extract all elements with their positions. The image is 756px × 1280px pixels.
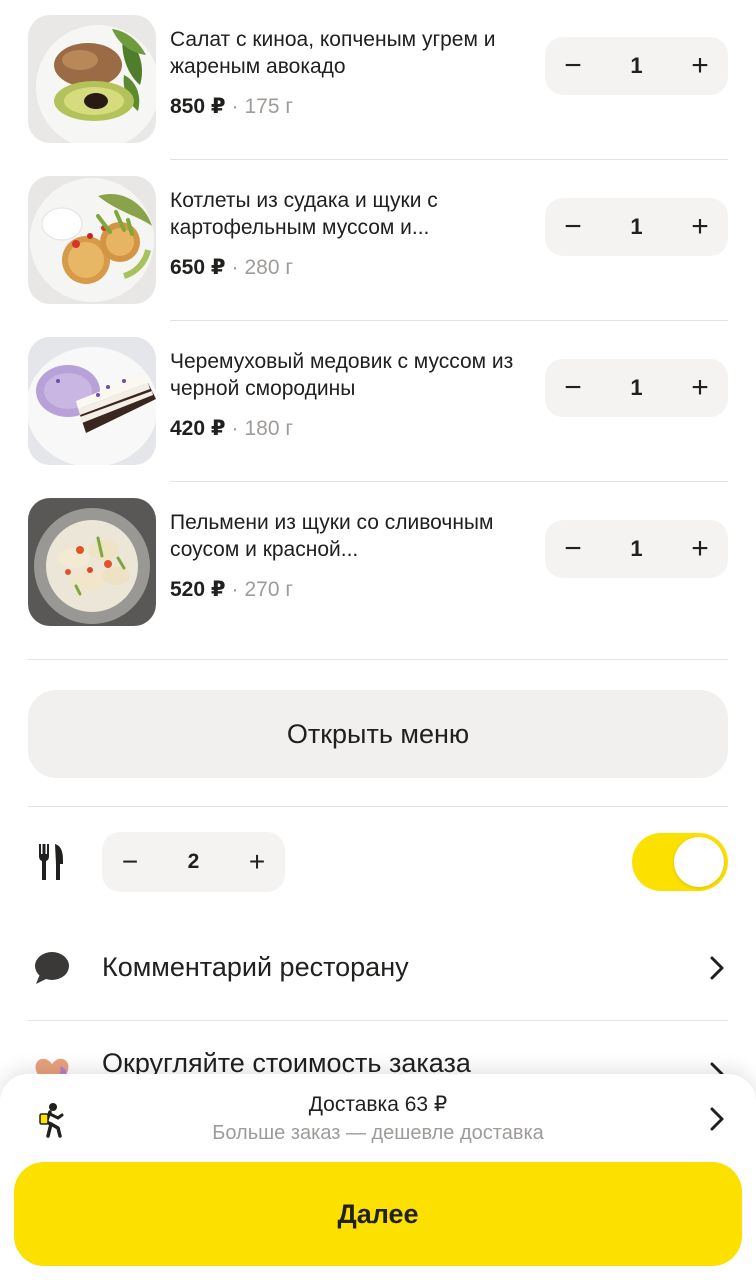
quantity-stepper: − 1 + — [545, 198, 728, 256]
separator-dot: · — [231, 417, 239, 440]
cutlery-icon — [39, 844, 63, 880]
item-name[interactable]: Черемуховый медовик с муссом из черной с… — [170, 348, 540, 402]
item-divider — [170, 320, 728, 321]
cutlery-stepper: − 2 + — [102, 832, 285, 892]
row-divider — [28, 1020, 728, 1021]
decrease-button[interactable]: − — [545, 520, 601, 578]
chevron-right-icon — [710, 1107, 724, 1131]
quantity-value: 1 — [630, 53, 643, 78]
delivery-price: Доставка 63 ₽ — [308, 1093, 448, 1116]
cutlery-row: − 2 + — [28, 832, 728, 892]
restaurant-comment-row[interactable]: Комментарий ресторану — [28, 938, 728, 998]
separator-dot: · — [231, 256, 239, 279]
item-price-weight: 650 ₽ · 280 г — [170, 254, 293, 282]
comment-bubble-icon — [35, 952, 69, 984]
decrease-button[interactable]: − — [545, 198, 601, 256]
increase-button[interactable]: + — [672, 37, 728, 95]
item-name[interactable]: Пельмени из щуки со сливочным соусом и к… — [170, 509, 540, 563]
item-weight: 270 г — [244, 578, 294, 601]
decrease-button[interactable]: − — [545, 37, 601, 95]
quantity-stepper: − 1 + — [545, 37, 728, 95]
comment-label: Комментарий ресторану — [102, 952, 409, 982]
toggle-knob — [674, 837, 724, 887]
increase-button[interactable]: + — [672, 198, 728, 256]
cart-item[interactable]: Котлеты из судака и щуки с картофельным … — [28, 161, 728, 321]
decrease-button[interactable]: − — [545, 359, 601, 417]
next-button[interactable]: Далее — [14, 1162, 742, 1266]
cart-item[interactable]: Пельмени из щуки со сливочным соусом и к… — [28, 483, 728, 626]
item-price: 520 ₽ — [170, 578, 226, 601]
quantity-value: 1 — [630, 536, 643, 561]
item-price: 650 ₽ — [170, 256, 226, 279]
item-divider — [170, 481, 728, 482]
quinoa-salad-image[interactable] — [28, 15, 156, 143]
honey-cake-image[interactable] — [28, 337, 156, 465]
chevron-right-icon — [710, 956, 724, 980]
quantity-value: 1 — [630, 214, 643, 239]
separator-dot: · — [231, 95, 239, 118]
increase-cutlery-button[interactable]: + — [229, 832, 285, 892]
delivery-info-row[interactable]: Доставка 63 ₽ Больше заказ — дешевле дос… — [0, 1090, 756, 1150]
delivery-hint: Больше заказ — дешевле доставка — [212, 1122, 544, 1144]
fish-cutlets-image[interactable] — [28, 176, 156, 304]
increase-button[interactable]: + — [672, 359, 728, 417]
cutlery-toggle[interactable] — [632, 833, 728, 891]
list-divider — [28, 659, 728, 660]
item-price-weight: 850 ₽ · 175 г — [170, 93, 293, 121]
quantity-stepper: − 1 + — [545, 520, 728, 578]
decrease-cutlery-button[interactable]: − — [102, 832, 158, 892]
item-price-weight: 420 ₽ · 180 г — [170, 415, 293, 443]
cart-item[interactable]: Черемуховый медовик с муссом из черной с… — [28, 322, 728, 482]
separator-dot: · — [231, 578, 239, 601]
pike-dumplings-image[interactable] — [28, 498, 156, 626]
item-price: 420 ₽ — [170, 417, 226, 440]
item-weight: 175 г — [244, 95, 294, 118]
cart-item[interactable]: Салат с киноа, копченым угрем и жареным … — [28, 0, 728, 160]
section-divider — [28, 806, 728, 807]
increase-button[interactable]: + — [672, 520, 728, 578]
quantity-value: 1 — [630, 375, 643, 400]
item-name[interactable]: Салат с киноа, копченым угрем и жареным … — [170, 26, 540, 80]
item-price: 850 ₽ — [170, 95, 226, 118]
item-weight: 280 г — [244, 256, 294, 279]
cutlery-quantity: 2 — [187, 850, 200, 873]
item-weight: 180 г — [244, 417, 294, 440]
item-divider — [170, 159, 728, 160]
item-name[interactable]: Котлеты из судака и щуки с картофельным … — [170, 187, 540, 241]
open-menu-button[interactable]: Открыть меню — [28, 690, 728, 778]
item-price-weight: 520 ₽ · 270 г — [170, 576, 293, 604]
quantity-stepper: − 1 + — [545, 359, 728, 417]
checkout-panel: Доставка 63 ₽ Больше заказ — дешевле дос… — [0, 1074, 756, 1280]
